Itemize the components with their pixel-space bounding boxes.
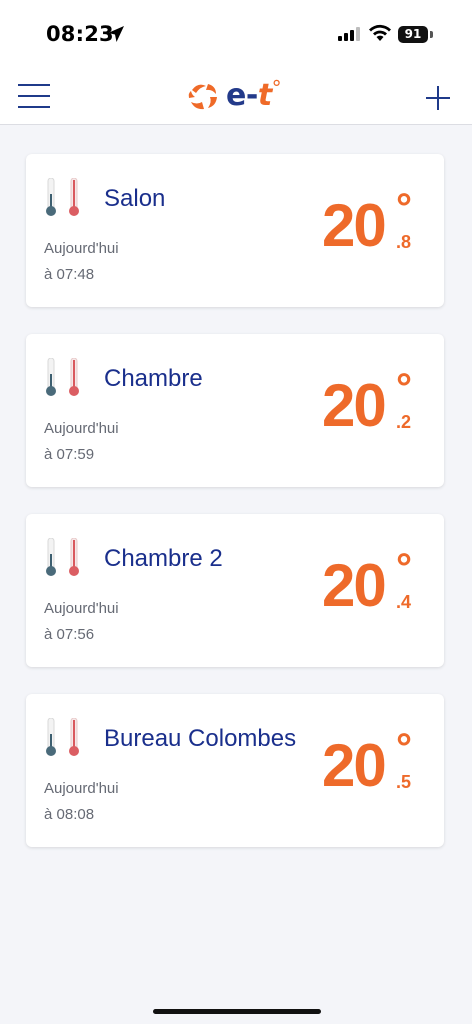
temperature-decimal: .4 — [396, 592, 412, 612]
last-update: Aujourd'hui à 07:48 — [44, 236, 119, 288]
temperature-value: 20 ° .4 — [322, 548, 432, 619]
status-bar: 08:23 91 — [0, 0, 472, 62]
wifi-icon — [369, 24, 391, 41]
thermometer-icon — [46, 358, 79, 396]
app-header: e-t° — [0, 62, 472, 125]
update-time: à 07:56 — [44, 626, 95, 643]
room-name: Salon — [104, 185, 166, 212]
temperature-integer: 20 — [322, 372, 387, 439]
logo-text: e-t° — [226, 76, 282, 113]
temperature-value: 20 ° .5 — [322, 728, 432, 799]
logo-mark-icon — [188, 84, 217, 110]
cellular-signal-icon — [338, 27, 360, 41]
status-time: 08:23 — [46, 22, 114, 46]
temperature-degree: ° — [396, 366, 412, 410]
update-time: à 07:48 — [44, 266, 95, 283]
temperature-value: 20 ° .8 — [322, 188, 432, 259]
update-date: Aujourd'hui — [44, 420, 119, 437]
add-button[interactable] — [426, 86, 450, 110]
location-arrow-icon — [108, 26, 124, 42]
room-card[interactable]: Bureau Colombes Aujourd'hui à 08:08 20 °… — [26, 694, 444, 847]
temperature-decimal: .8 — [396, 232, 412, 252]
room-card[interactable]: Salon Aujourd'hui à 07:48 20 ° .8 — [26, 154, 444, 307]
battery-cap — [430, 31, 433, 38]
update-time: à 08:08 — [44, 806, 95, 823]
temperature-decimal: .2 — [396, 412, 412, 432]
temperature-value: 20 ° .2 — [322, 368, 432, 439]
last-update: Aujourd'hui à 08:08 — [44, 776, 119, 828]
room-card[interactable]: Chambre Aujourd'hui à 07:59 20 ° .2 — [26, 334, 444, 487]
last-update: Aujourd'hui à 07:59 — [44, 416, 119, 468]
temperature-decimal: .5 — [396, 772, 412, 792]
room-name: Bureau Colombes — [104, 725, 297, 752]
menu-button[interactable] — [18, 84, 50, 108]
logo-text-t: t — [257, 78, 272, 113]
temperature-integer: 20 — [322, 192, 387, 259]
temperature-degree: ° — [396, 546, 412, 590]
room-card[interactable]: Chambre 2 Aujourd'hui à 07:56 20 ° .4 — [26, 514, 444, 667]
room-name: Chambre — [104, 365, 203, 392]
temperature-integer: 20 — [322, 552, 387, 619]
update-date: Aujourd'hui — [44, 600, 119, 617]
logo-text-e: e- — [226, 78, 258, 113]
thermometer-icon — [46, 718, 79, 756]
menu-line — [18, 95, 50, 97]
menu-line — [18, 106, 50, 108]
thermometer-icon — [46, 538, 79, 576]
update-date: Aujourd'hui — [44, 780, 119, 797]
logo-degree: ° — [271, 76, 282, 100]
temperature-degree: ° — [396, 186, 412, 230]
update-time: à 07:59 — [44, 446, 95, 463]
home-indicator[interactable] — [153, 1009, 321, 1014]
thermometer-icon — [46, 178, 79, 216]
menu-line — [18, 84, 50, 86]
last-update: Aujourd'hui à 07:56 — [44, 596, 119, 648]
update-date: Aujourd'hui — [44, 240, 119, 257]
room-name: Chambre 2 — [104, 545, 223, 572]
temperature-integer: 20 — [322, 732, 387, 799]
battery-level: 91 — [398, 26, 428, 43]
temperature-degree: ° — [396, 726, 412, 770]
